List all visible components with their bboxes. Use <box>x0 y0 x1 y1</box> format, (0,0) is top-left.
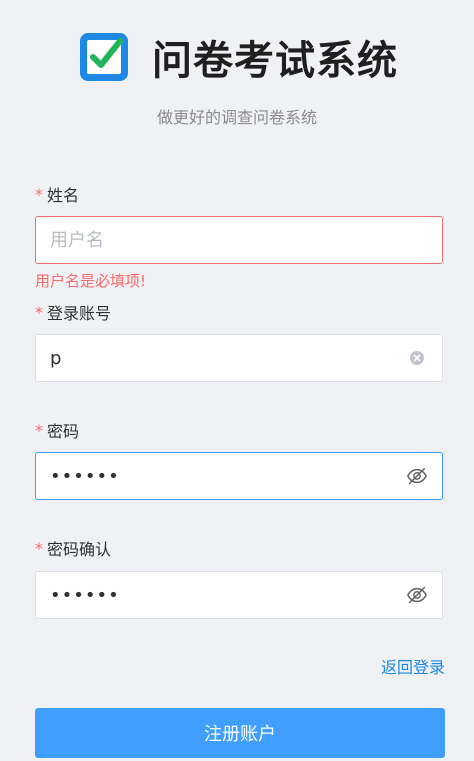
password-label-text: 密码 <box>47 422 80 441</box>
required-mark: * <box>35 420 43 440</box>
account-input[interactable] <box>50 347 406 369</box>
app-subtitle: 做更好的调查问卷系统 <box>156 108 317 127</box>
name-field-label: * 姓名 <box>35 182 79 206</box>
clear-icon[interactable] <box>406 347 428 369</box>
name-label-text: 姓名 <box>47 186 80 205</box>
account-field-label: * 登录账号 <box>35 300 111 324</box>
required-mark: * <box>35 184 43 204</box>
required-mark: * <box>35 302 43 322</box>
app-header: 问卷考试系统 <box>0 28 474 86</box>
password-confirm-input[interactable] <box>50 584 406 606</box>
password-field-label: * 密码 <box>35 418 79 442</box>
password-confirm-label-text: 密码确认 <box>47 540 112 559</box>
eye-off-icon[interactable] <box>406 465 428 487</box>
required-mark: * <box>35 538 43 558</box>
register-button[interactable]: 注册账户 <box>35 708 445 758</box>
password-input[interactable] <box>50 465 406 487</box>
password-input-wrapper <box>35 452 443 500</box>
app-title: 问卷考试系统 <box>152 38 398 84</box>
back-to-login-link[interactable]: 返回登录 <box>381 654 445 678</box>
name-error-message: 用户名是必填项! <box>35 272 147 290</box>
password-confirm-input-wrapper <box>35 571 443 619</box>
name-input[interactable] <box>50 229 428 251</box>
checkbox-check-icon <box>80 33 128 81</box>
name-input-wrapper <box>35 216 443 264</box>
password-confirm-field-label: * 密码确认 <box>35 536 111 560</box>
eye-off-icon[interactable] <box>406 584 428 606</box>
account-input-wrapper <box>35 334 443 382</box>
account-label-text: 登录账号 <box>47 304 112 323</box>
